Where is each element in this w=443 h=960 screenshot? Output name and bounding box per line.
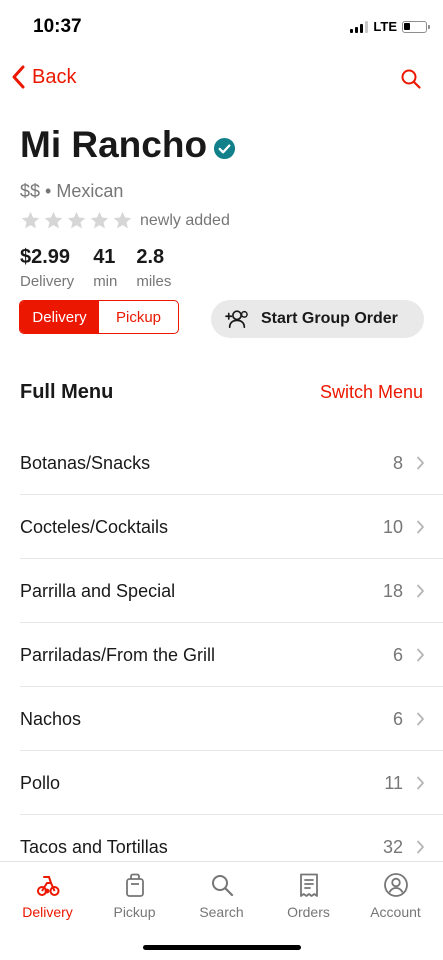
bag-icon: [125, 873, 144, 897]
start-group-order-button[interactable]: Start Group Order: [211, 300, 424, 338]
tab-account[interactable]: Account: [356, 872, 436, 920]
category-name: Tacos and Tortillas: [20, 836, 168, 857]
account-icon: [383, 873, 408, 897]
tab-label: Pickup: [113, 904, 156, 920]
toggle-pickup[interactable]: Pickup: [99, 301, 178, 333]
stat-label: min: [93, 273, 118, 290]
signal-icon: [350, 20, 369, 33]
stat-label: Delivery: [20, 273, 75, 290]
category-row[interactable]: Nachos 6: [0, 687, 443, 751]
category-row[interactable]: Botanas/Snacks 8: [0, 431, 443, 495]
category-name: Botanas/Snacks: [20, 452, 151, 473]
star-icon: [21, 211, 40, 229]
stat-value: $2.99: [20, 246, 71, 268]
tab-label: Orders: [287, 904, 330, 920]
tab-bar: Delivery Pickup Search Orders Account: [0, 861, 443, 960]
store-title: Mi Rancho: [20, 124, 236, 166]
star-icon: [90, 211, 109, 229]
group-add-icon: [225, 310, 248, 329]
category-name: Parrilla and Special: [20, 580, 176, 601]
rating-text: newly added: [140, 211, 230, 229]
category-name: Nachos: [20, 708, 82, 729]
nav-bar: Back: [0, 60, 443, 100]
chevron-right-icon: [417, 456, 424, 470]
status-time: 10:37: [33, 16, 82, 37]
search-icon: [211, 875, 233, 897]
verified-badge-icon: [214, 137, 236, 159]
tab-search[interactable]: Search: [182, 872, 262, 920]
battery-icon: [402, 20, 430, 33]
star-icon: [67, 211, 86, 229]
stat-distance: 2.8 miles: [136, 246, 171, 290]
category-row[interactable]: Parrilla and Special 18: [0, 559, 443, 623]
store-meta: $$ • Mexican: [20, 181, 124, 201]
category-list: Botanas/Snacks 8 Cocteles/Cocktails 10 P…: [0, 431, 443, 879]
chevron-right-icon: [417, 584, 424, 598]
star-icon: [113, 211, 132, 229]
category-row[interactable]: Cocteles/Cocktails 10: [0, 495, 443, 559]
tab-orders[interactable]: Orders: [269, 872, 349, 920]
stat-value: 41: [93, 246, 116, 268]
star-icon: [44, 211, 63, 229]
tab-label: Account: [370, 904, 421, 920]
chevron-right-icon: [417, 712, 424, 726]
store-stats: $2.99 Delivery 41 min 2.8 miles: [20, 246, 171, 290]
home-indicator: [143, 945, 301, 950]
tab-pickup[interactable]: Pickup: [95, 872, 175, 920]
tab-delivery[interactable]: Delivery: [8, 872, 88, 920]
rating-stars: [20, 210, 133, 231]
chevron-right-icon: [417, 520, 424, 534]
category-name: Cocteles/Cocktails: [20, 516, 169, 537]
stat-label: miles: [136, 273, 172, 290]
chevron-left-icon: [12, 65, 25, 89]
chevron-right-icon: [417, 840, 424, 854]
menu-title: Full Menu: [20, 381, 114, 403]
back-label: Back: [32, 65, 77, 88]
chevron-right-icon: [417, 648, 424, 662]
switch-menu-link[interactable]: Switch Menu: [320, 382, 423, 403]
chevron-right-icon: [417, 776, 424, 790]
status-indicators: LTE: [350, 19, 430, 34]
back-button[interactable]: Back: [10, 64, 76, 90]
category-count: 32: [382, 836, 403, 857]
scooter-icon: [36, 876, 59, 896]
receipt-icon: [299, 873, 318, 897]
category-name: Pollo: [20, 772, 61, 793]
category-count: 10: [382, 516, 403, 537]
stat-value: 2.8: [136, 246, 165, 268]
status-bar: 10:37 LTE: [0, 0, 443, 54]
category-name: Parriladas/From the Grill: [20, 644, 216, 665]
toggle-delivery[interactable]: Delivery: [20, 301, 99, 333]
stat-time: 41 min: [93, 246, 117, 290]
category-count: 18: [382, 580, 403, 601]
store-name: Mi Rancho: [20, 124, 208, 165]
menu-header: Full Menu Switch Menu: [20, 381, 423, 404]
tab-label: Search: [199, 904, 244, 920]
category-count: 8: [392, 452, 403, 473]
category-row[interactable]: Pollo 11: [0, 751, 443, 815]
category-count: 11: [384, 772, 403, 793]
search-icon[interactable]: [399, 67, 423, 91]
network-type: LTE: [373, 19, 397, 34]
group-order-label: Start Group Order: [261, 310, 398, 327]
category-row[interactable]: Parriladas/From the Grill 6: [0, 623, 443, 687]
category-count: 6: [392, 644, 403, 665]
stat-delivery-fee: $2.99 Delivery: [20, 246, 74, 290]
tab-label: Delivery: [22, 904, 73, 920]
category-count: 6: [392, 708, 403, 729]
rating: newly added: [20, 210, 230, 231]
fulfillment-toggle: Delivery Pickup: [19, 300, 179, 334]
